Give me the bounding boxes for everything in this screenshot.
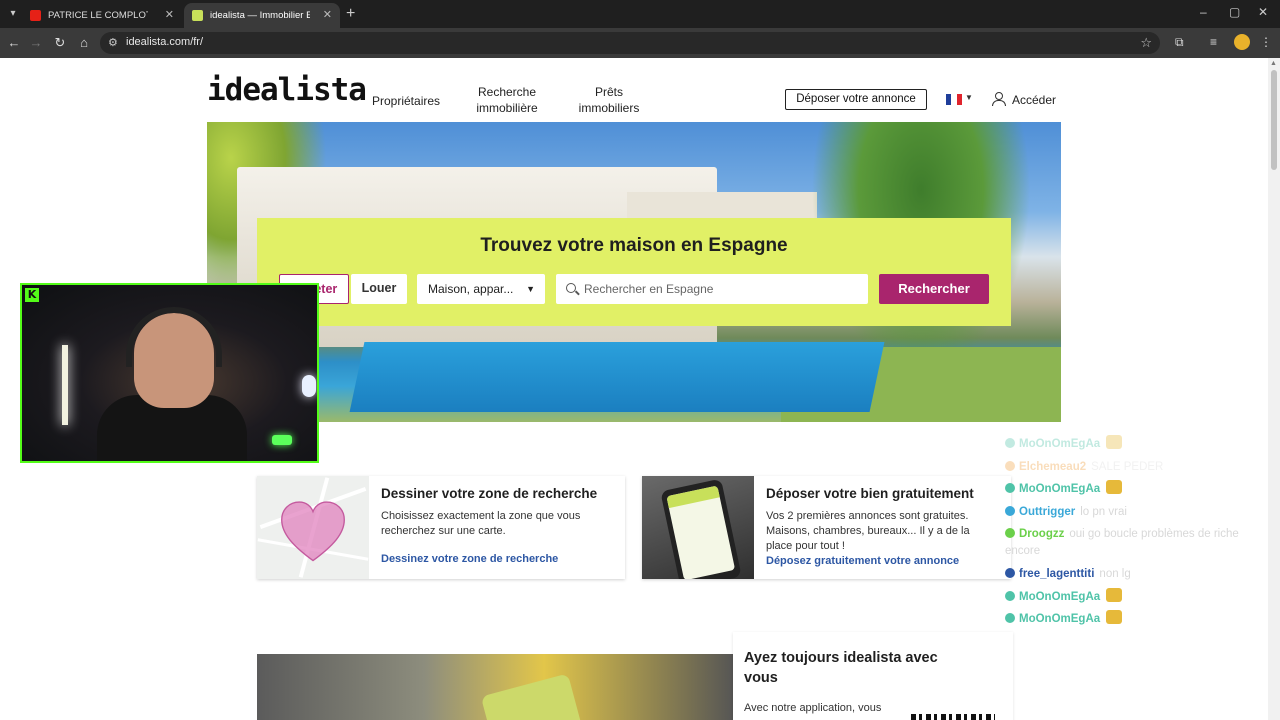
draw-zone-link[interactable]: Dessinez votre zone de recherche — [381, 553, 558, 565]
chat-badge-icon — [1005, 568, 1015, 578]
new-tab-button[interactable]: + — [346, 4, 355, 24]
rent-toggle[interactable]: Louer — [351, 274, 407, 304]
nav-recherche-immobiliere[interactable]: Recherche immobilière — [470, 84, 544, 116]
chevron-down-icon: ▼ — [526, 284, 535, 294]
nav-prets-immobiliers[interactable]: Prêts immobiliers — [574, 84, 644, 116]
property-type-select[interactable]: Maison, appar... ▼ — [417, 274, 545, 304]
stream-chat-overlay: MoOnOmEgAa Elchemeau2 SALE PEDER MoOnOmEgAa… — [1005, 433, 1275, 631]
chat-message: Elchemeau2 SALE PEDER — [1005, 456, 1275, 479]
app-promo-title: Ayez toujours idealista avec vous — [744, 650, 938, 686]
draw-zone-card[interactable]: Dessiner votre zone de recherche Choisis… — [257, 476, 625, 579]
extensions-icon[interactable]: ⧉ — [1175, 35, 1184, 50]
chat-emote-icon — [1106, 480, 1123, 494]
card-description: Vos 2 premières annonces sont gratuites.… — [766, 510, 970, 552]
url-text[interactable]: idealista.com/fr/ — [126, 36, 203, 48]
chat-badge-icon — [1005, 528, 1015, 538]
login-link[interactable]: Accéder — [1012, 93, 1056, 107]
browser-menu-icon[interactable]: ⋮ — [1260, 35, 1272, 49]
site-info-icon[interactable]: ⚙ — [108, 36, 118, 49]
back-icon[interactable]: ← — [6, 35, 22, 50]
chat-username: MoOnOmEgAa — [1019, 483, 1101, 495]
reload-icon[interactable]: ↻ — [52, 35, 68, 51]
tab-title: idealista — Immobilier Espagne — [210, 10, 310, 21]
address-bar: ← → ↻ ⌂ ⚙ idealista.com/fr/ ☆ ⧉ ≡ ⋮ — [0, 28, 1280, 58]
chat-username: MoOnOmEgAa — [1019, 590, 1101, 603]
heart-icon — [281, 501, 345, 562]
language-caret-icon[interactable]: ▼ — [965, 93, 973, 102]
media-queue-icon[interactable]: ≡ — [1210, 35, 1217, 49]
idealista-favicon-icon — [192, 10, 203, 21]
map-heart-illustration — [257, 476, 369, 579]
minimize-button[interactable]: – — [1200, 5, 1207, 19]
card-title: Déposer votre bien gratuitement — [766, 486, 974, 501]
phone-app-illustration — [642, 476, 754, 579]
chat-message: MoOnOmEgAa — [1005, 478, 1275, 501]
app-promo-description: Avec notre application, vous — [744, 702, 882, 714]
tab-search-icon[interactable]: ▾ — [4, 5, 22, 23]
scrollbar-thumb[interactable] — [1271, 70, 1277, 170]
chat-message: MoOnOmEgAa — [1005, 433, 1275, 456]
card-title: Dessiner votre zone de recherche — [381, 486, 598, 501]
chat-username: Elchemeau2 — [1019, 460, 1087, 473]
home-icon[interactable]: ⌂ — [76, 35, 92, 50]
chat-badge-icon — [1005, 505, 1015, 516]
chat-message: Outtrigger lo pn vrai — [1005, 501, 1275, 524]
chat-badge-icon — [1005, 613, 1015, 623]
qr-code — [911, 714, 995, 720]
profile-avatar[interactable] — [1234, 34, 1250, 50]
location-search-field[interactable] — [556, 274, 868, 304]
app-promo-image — [257, 654, 735, 720]
youtube-favicon-icon — [30, 10, 41, 21]
chat-emote-icon — [1106, 435, 1123, 449]
user-icon[interactable] — [992, 91, 1006, 107]
search-button[interactable]: Rechercher — [879, 274, 989, 304]
url-omnibox[interactable]: ⚙ idealista.com/fr/ ☆ — [100, 32, 1160, 54]
kick-logo-icon: K — [25, 288, 39, 302]
property-type-value: Maison, appar... — [428, 282, 514, 296]
search-panel: Trouvez votre maison en Espagne Acheter … — [257, 218, 1011, 326]
chat-message: free_lagenttiti non lg — [1005, 563, 1275, 586]
chat-badge-icon — [1005, 438, 1015, 448]
browser-tab-active[interactable]: idealista — Immobilier Espagne ✕ — [184, 3, 340, 28]
chat-text: non lg — [1099, 568, 1131, 580]
bookmark-star-icon[interactable]: ☆ — [1140, 35, 1152, 51]
france-flag-icon[interactable] — [946, 94, 962, 105]
chat-message: MoOnOmEgAa — [1005, 608, 1275, 631]
forward-icon[interactable]: → — [28, 35, 44, 50]
chat-badge-icon — [1005, 460, 1015, 471]
chat-username: Outtrigger — [1019, 505, 1076, 518]
chat-text: SALE PEDER — [1091, 460, 1164, 473]
chat-message: Droogzz oui go boucle problèmes de riche … — [1005, 523, 1275, 563]
chat-message: MoOnOmEgAa — [1005, 586, 1275, 609]
chat-badge-icon — [1005, 590, 1015, 601]
browser-tab[interactable]: PATRICE LE COMPLOTISTE, 73 … ✕ — [22, 3, 182, 28]
idealista-logo[interactable]: idealista — [207, 72, 367, 108]
maximize-button[interactable]: ▢ — [1229, 5, 1240, 19]
chat-username: MoOnOmEgAa — [1019, 613, 1101, 625]
tab-title: PATRICE LE COMPLOTISTE, 73 … — [48, 10, 148, 21]
post-ad-button[interactable]: Déposer votre annonce — [785, 89, 927, 110]
chat-emote-icon — [1106, 610, 1123, 624]
app-promo-panel: Ayez toujours idealista avec vous Avec n… — [733, 632, 1013, 720]
scroll-up-icon[interactable]: ▲ — [1270, 60, 1277, 67]
card-description: Choisissez exactement la zone que vous r… — [381, 510, 581, 537]
chat-username: free_lagenttiti — [1019, 568, 1095, 580]
close-tab-icon[interactable]: ✕ — [323, 3, 332, 28]
location-search-input[interactable] — [584, 274, 859, 304]
chat-text: lo pn vrai — [1080, 505, 1127, 518]
search-icon — [566, 283, 576, 293]
chat-badge-icon — [1005, 483, 1015, 493]
streamer-webcam: K — [20, 283, 319, 463]
search-title: Trouvez votre maison en Espagne — [480, 235, 788, 256]
chat-username: Droogzz — [1019, 528, 1065, 540]
post-free-link[interactable]: Déposez gratuitement votre annonce — [766, 555, 959, 567]
chat-username: MoOnOmEgAa — [1019, 438, 1101, 450]
close-tab-icon[interactable]: ✕ — [165, 3, 174, 28]
browser-tab-bar: ▾ PATRICE LE COMPLOTISTE, 73 … ✕ idealis… — [0, 0, 1280, 28]
close-window-button[interactable]: ✕ — [1258, 5, 1268, 19]
post-free-card[interactable]: Déposer votre bien gratuitement Vos 2 pr… — [642, 476, 1011, 579]
chat-emote-icon — [1106, 587, 1123, 602]
nav-proprietaires[interactable]: Propriétaires — [372, 93, 440, 109]
